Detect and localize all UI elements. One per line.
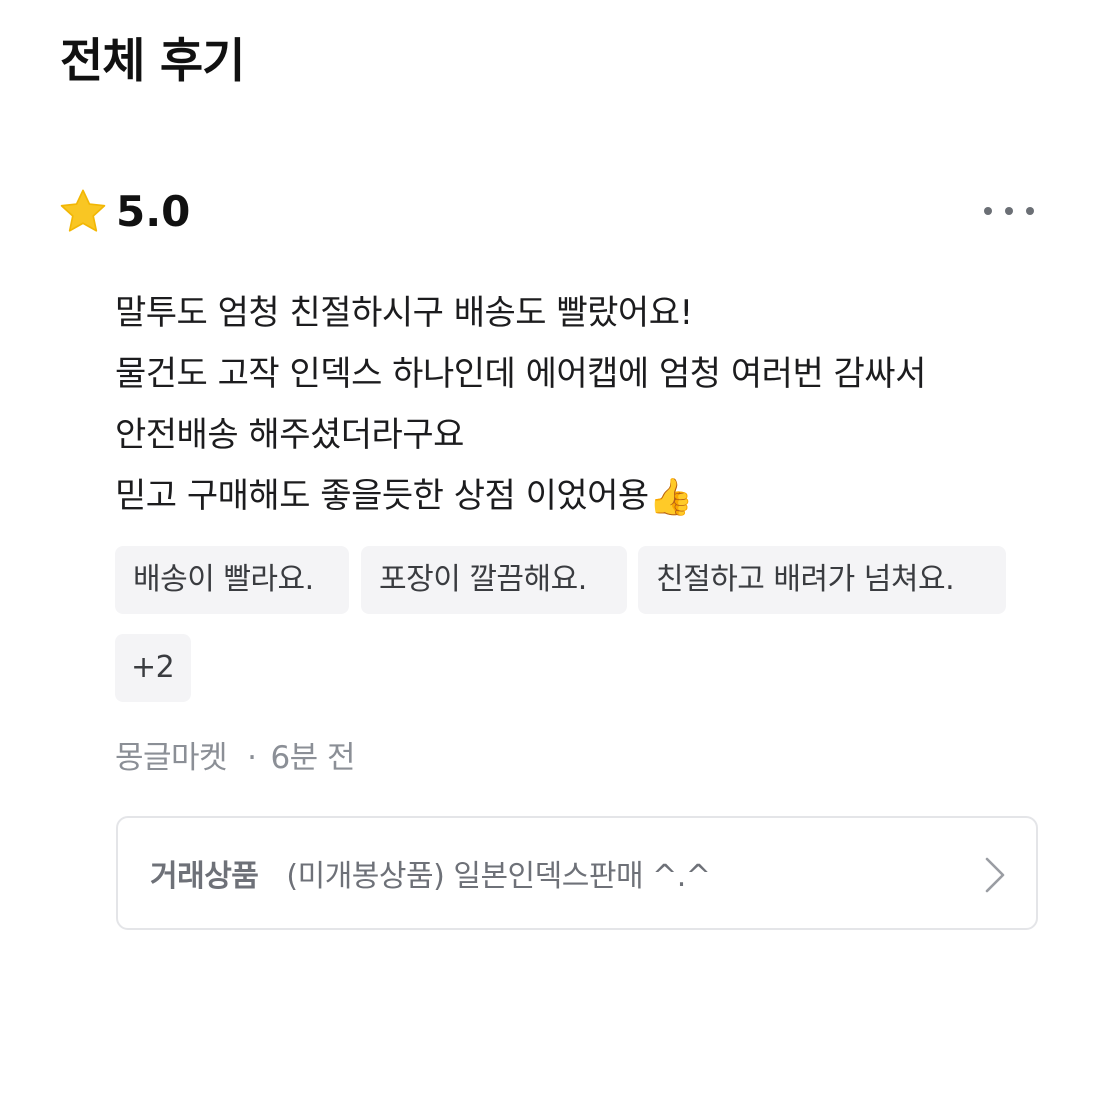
review-text: 말투도 엄청 친절하시구 배송도 빨랐어요! 물건도 고작 인덱스 하나인데 에… — [115, 283, 1055, 528]
thumbs-up-icon: 👍 — [648, 477, 694, 518]
page-title: 전체 후기 — [60, 34, 245, 89]
chevron-right-icon — [985, 857, 1005, 893]
rating-row: 5.0 — [58, 182, 190, 242]
review-line-last: 믿고 구매해도 좋을듯한 상점 이었어용👍 — [115, 466, 1055, 528]
review-line: 물건도 고작 인덱스 하나인데 에어캡에 엄청 여러번 감싸서 — [115, 354, 926, 394]
traded-product-label: 거래상품 — [150, 859, 259, 894]
rating-value: 5.0 — [116, 187, 191, 236]
more-horizontal-icon — [984, 207, 1034, 215]
review-line: 말투도 엄청 친절하시구 배송도 빨랐어요! — [115, 293, 693, 333]
traded-product-name: (미개봉상품) 일본인덱스판매 ^.^ — [286, 859, 711, 894]
tag-kind-considerate[interactable]: 친절하고 배려가 넘쳐요. — [638, 546, 1006, 614]
tag-fast-delivery[interactable]: 배송이 빨라요. — [115, 546, 349, 614]
reviewer-name[interactable]: 몽글마켓 — [115, 740, 228, 776]
star-icon — [60, 189, 106, 232]
tag-neat-packaging[interactable]: 포장이 깔끔해요. — [361, 546, 627, 614]
more-tags-button[interactable]: +2 — [115, 634, 191, 702]
review-line-text: 믿고 구매해도 좋을듯한 상점 이었어용 — [115, 476, 649, 516]
traded-product-card[interactable]: 거래상품 (미개봉상품) 일본인덱스판매 ^.^ — [116, 816, 1038, 930]
review-time: 6분 전 — [270, 740, 356, 776]
more-options-button[interactable] — [978, 198, 1044, 224]
review-meta: 몽글마켓 · 6분 전 — [115, 734, 356, 782]
meta-separator: · — [247, 740, 257, 776]
review-line: 안전배송 해주셨더라구요 — [115, 415, 464, 455]
